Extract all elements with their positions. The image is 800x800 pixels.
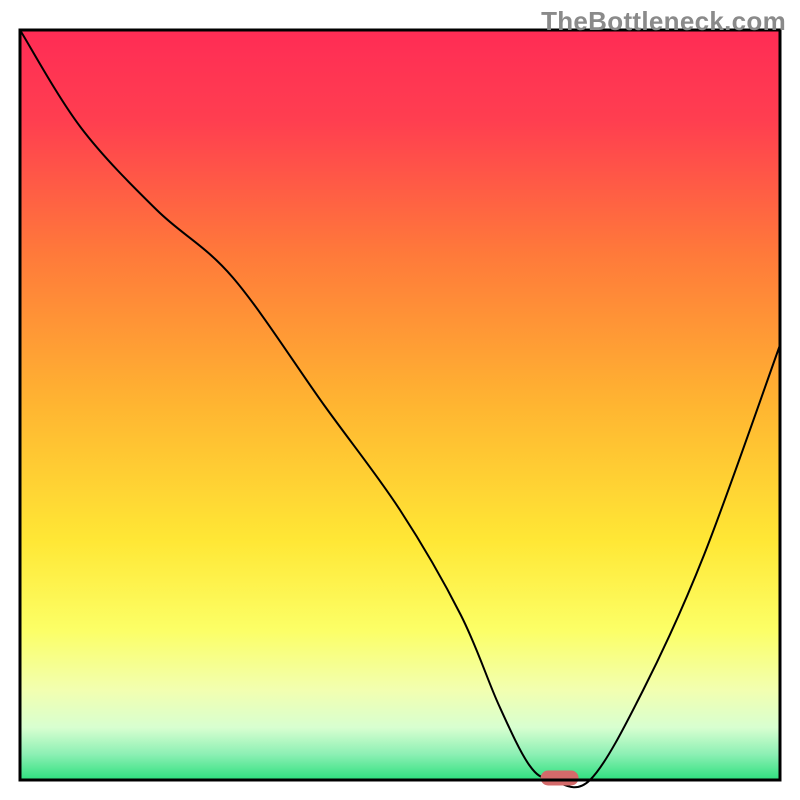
- optimal-marker: [541, 771, 579, 786]
- bottleneck-chart: TheBottleneck.com: [0, 0, 800, 800]
- watermark-text: TheBottleneck.com: [541, 6, 786, 37]
- chart-canvas: [0, 0, 800, 800]
- gradient-background: [20, 30, 780, 780]
